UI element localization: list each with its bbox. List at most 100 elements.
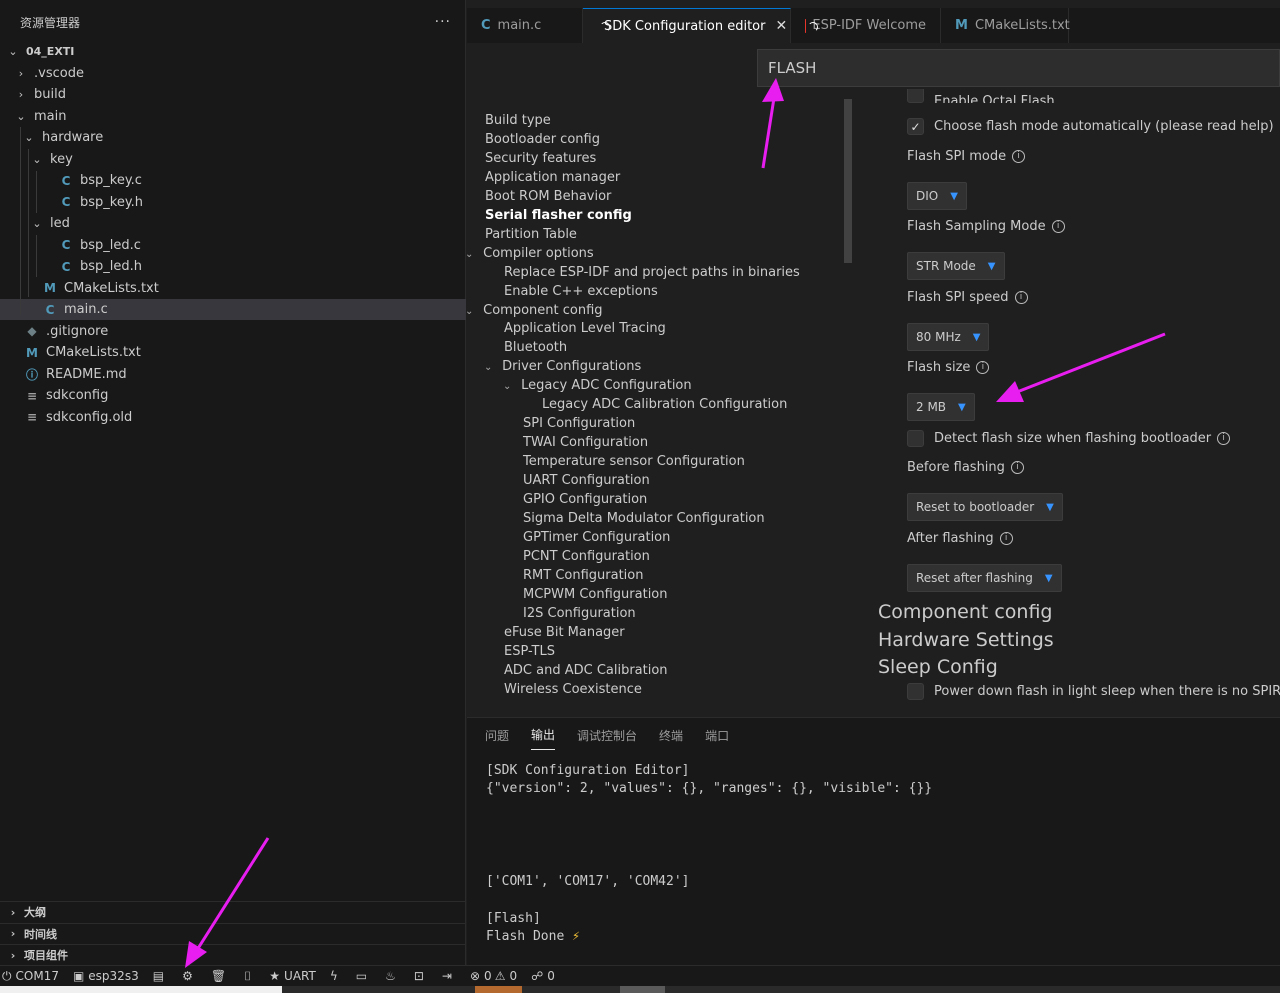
config-menu-item[interactable]: GPTimer Configuration: [523, 530, 670, 545]
tree-item[interactable]: ⌄ led: [0, 213, 466, 234]
config-menu-item[interactable]: Wireless Coexistence: [504, 682, 642, 697]
terminal-button[interactable]: ⊡: [414, 969, 428, 983]
config-menu-item[interactable]: Application Level Tracing: [504, 321, 666, 336]
info-icon[interactable]: i: [1010, 461, 1024, 474]
config-menu-item[interactable]: Bootloader config: [485, 132, 600, 147]
detect-flash-size-checkbox[interactable]: [907, 430, 924, 447]
panel-tab-problems[interactable]: 问题: [485, 721, 509, 750]
tree-item[interactable]: Cbsp_key.c: [0, 170, 466, 191]
config-menu-item[interactable]: RMT Configuration: [523, 568, 644, 583]
config-menu-item[interactable]: Bluetooth: [504, 340, 567, 355]
flash-sampling-mode-select[interactable]: STR Mode ▼: [907, 252, 1005, 280]
config-menu-item[interactable]: ADC and ADC Calibration: [504, 663, 668, 678]
config-menu-item[interactable]: Security features: [485, 151, 596, 166]
info-icon[interactable]: i: [999, 532, 1013, 545]
info-icon[interactable]: i: [1014, 291, 1028, 304]
select-value: Reset to bootloader: [916, 500, 1035, 514]
chevron-right-icon: ›: [10, 948, 16, 962]
config-menu-item[interactable]: ⌄ Driver Configurations: [484, 359, 641, 374]
config-menu-item[interactable]: Replace ESP-IDF and project paths in bin…: [504, 265, 800, 280]
tab-main-c[interactable]: C main.c: [467, 8, 583, 43]
tab-esp-idf-welcome[interactable]: ESP-IDF Welcome: [791, 8, 941, 43]
chevron-down-icon: ⌄: [467, 248, 474, 260]
before-flashing-select[interactable]: Reset to bootloader ▼: [907, 493, 1063, 521]
info-icon[interactable]: i: [1051, 220, 1065, 233]
panel-tab-terminal[interactable]: 终端: [659, 721, 683, 750]
target-item[interactable]: ▣ esp32s3: [73, 969, 139, 983]
tree-item[interactable]: ◆ .gitignore: [0, 321, 466, 342]
tab-cmakelists[interactable]: M CMakeLists.txt: [941, 8, 1070, 43]
config-menu-item[interactable]: Sigma Delta Modulator Configuration: [523, 511, 765, 526]
config-menu-item[interactable]: I2S Configuration: [523, 606, 636, 621]
monitor-button[interactable]: ▭: [356, 969, 371, 983]
problems-item[interactable]: ⊗ 0 ⚠ 0: [470, 969, 517, 983]
tree-item[interactable]: ≡ sdkconfig.old: [0, 407, 466, 428]
run-task-button[interactable]: ⇥: [442, 969, 456, 983]
tree-item[interactable]: ⌄ 04_EXTI: [0, 41, 466, 62]
after-flashing-select[interactable]: Reset after flashing ▼: [907, 564, 1062, 592]
sidebar-section-header[interactable]: › 时间线: [0, 922, 466, 944]
more-actions-icon[interactable]: ···: [435, 14, 451, 30]
config-menu-item[interactable]: Partition Table: [485, 227, 577, 242]
tree-item[interactable]: ≡ sdkconfig: [0, 385, 466, 406]
config-menu-item[interactable]: Legacy ADC Calibration Configuration: [542, 397, 787, 412]
panel-tab-ports[interactable]: 端口: [705, 721, 729, 750]
tree-item[interactable]: Cbsp_key.h: [0, 192, 466, 213]
menuconfig-button[interactable]: ⚙: [182, 969, 197, 983]
tree-item[interactable]: M CMakeLists.txt: [0, 278, 466, 299]
config-menu-item[interactable]: Enable C++ exceptions: [504, 284, 658, 299]
flash-size-select[interactable]: 2 MB ▼: [907, 393, 975, 421]
before-flashing-label: Before flashing i: [907, 460, 1024, 475]
close-icon[interactable]: ✕: [775, 18, 787, 34]
tree-item[interactable]: ⌄ main: [0, 106, 466, 127]
config-menu-item[interactable]: Build type: [485, 113, 551, 128]
config-menu-item[interactable]: ⌄ Legacy ADC Configuration: [503, 378, 692, 393]
tree-item-label: main.c: [64, 302, 108, 317]
full-clean-button[interactable]: 🗑: [211, 969, 230, 983]
sidebar-section-header[interactable]: › 大纲: [0, 901, 466, 922]
config-menu-item[interactable]: MCPWM Configuration: [523, 587, 668, 602]
sidebar-section-header[interactable]: › 项目组件: [0, 944, 466, 965]
config-menu-item[interactable]: UART Configuration: [523, 473, 650, 488]
config-menu-item[interactable]: eFuse Bit Manager: [504, 625, 625, 640]
flash-method-item[interactable]: ★ UART: [269, 969, 316, 983]
config-menu-item[interactable]: PCNT Configuration: [523, 549, 650, 564]
tree-item[interactable]: ⌄ key: [0, 149, 466, 170]
power-down-flash-checkbox[interactable]: [907, 683, 924, 700]
sdkconfig-button[interactable]: ▤: [153, 969, 168, 983]
octal-flash-checkbox[interactable]: [907, 89, 924, 103]
tree-item[interactable]: M CMakeLists.txt: [0, 342, 466, 363]
build-button[interactable]: ⌷: [244, 969, 255, 984]
forwarded-ports-item[interactable]: ☍ 0: [531, 969, 555, 983]
flash-button[interactable]: ϟ: [330, 969, 342, 983]
tree-item[interactable]: ⌄ hardware: [0, 127, 466, 148]
config-menu-item[interactable]: Temperature sensor Configuration: [523, 454, 745, 469]
panel-tab-output[interactable]: 输出: [531, 720, 556, 750]
menu-scrollbar[interactable]: [844, 99, 852, 263]
tree-item[interactable]: Cbsp_led.h: [0, 256, 466, 277]
info-icon[interactable]: i: [1217, 432, 1231, 445]
auto-flash-mode-checkbox[interactable]: ✓: [907, 118, 924, 135]
config-menu-item[interactable]: ⌄ Component config: [467, 303, 603, 318]
serial-port-item[interactable]: ⏻ COM17: [2, 969, 59, 984]
flash-spi-mode-select[interactable]: DIO ▼: [907, 182, 967, 210]
tab-sdk-configuration-editor[interactable]: SDK Configuration editor ✕: [583, 8, 791, 43]
config-menu-item[interactable]: Application manager: [485, 170, 620, 185]
config-menu-item[interactable]: TWAI Configuration: [523, 435, 648, 450]
info-icon[interactable]: i: [976, 361, 990, 374]
config-menu-item[interactable]: Serial flasher config: [485, 208, 632, 223]
config-menu-item[interactable]: ⌄ Compiler options: [467, 246, 594, 261]
tree-item[interactable]: ⓘ README.md: [0, 364, 466, 385]
tree-item[interactable]: Cbsp_led.c: [0, 235, 466, 256]
panel-tab-debug-console[interactable]: 调试控制台: [577, 721, 637, 750]
build-flash-monitor-button[interactable]: ♨: [385, 969, 400, 983]
flash-spi-speed-select[interactable]: 80 MHz ▼: [907, 323, 990, 351]
config-menu-item[interactable]: SPI Configuration: [523, 416, 635, 431]
config-menu-item[interactable]: Boot ROM Behavior: [485, 189, 611, 204]
config-menu-item[interactable]: GPIO Configuration: [523, 492, 647, 507]
tree-item[interactable]: Cmain.c: [0, 299, 466, 320]
config-menu-item[interactable]: ESP-TLS: [504, 644, 555, 659]
info-icon[interactable]: i: [1012, 150, 1026, 163]
tree-item[interactable]: › build: [0, 84, 466, 105]
tree-item[interactable]: › .vscode: [0, 63, 466, 84]
